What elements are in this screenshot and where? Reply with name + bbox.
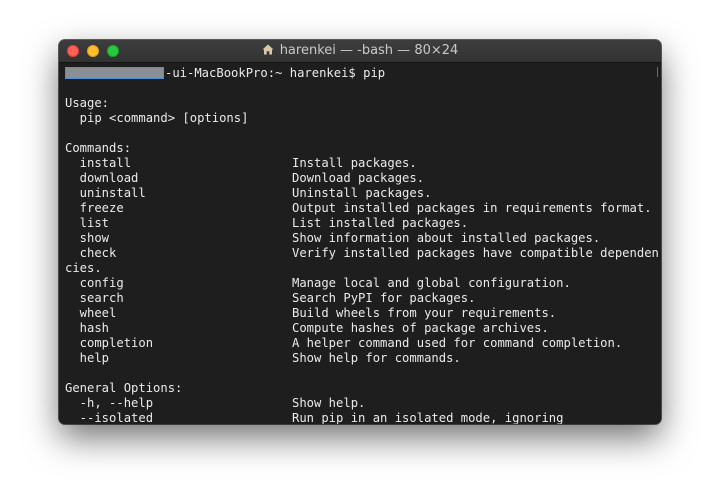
command-desc: List installed packages. bbox=[292, 216, 469, 230]
prompt-line: -ui-MacBookPro:~ harenkei$ pip bbox=[65, 66, 385, 81]
command-name: config bbox=[65, 276, 124, 290]
terminal-output[interactable]: -ui-MacBookPro:~ harenkei$ pip Usage: pi… bbox=[59, 63, 661, 424]
option-row: -h, --help Show help. bbox=[65, 396, 366, 411]
window-title-area: harenkei — -bash — 80×24 bbox=[59, 40, 661, 62]
command-row: uninstall Uninstall packages. bbox=[65, 186, 432, 201]
command-desc: Manage local and global configuration. bbox=[292, 276, 571, 290]
command-desc: Install packages. bbox=[292, 156, 417, 170]
home-folder-icon bbox=[262, 44, 274, 55]
command-row: list List installed packages. bbox=[65, 216, 468, 231]
scroll-indicator bbox=[657, 67, 658, 77]
command-name: show bbox=[65, 231, 110, 245]
command-desc: Uninstall packages. bbox=[292, 186, 432, 200]
command-name: list bbox=[65, 216, 110, 230]
command-row: download Download packages. bbox=[65, 171, 424, 186]
command-row: hash Compute hashes of package archives. bbox=[65, 321, 549, 336]
option-desc: Run pip in an isolated mode, ignoring bbox=[292, 411, 564, 424]
command-row: wheel Build wheels from your requirements… bbox=[65, 306, 556, 321]
command-name: download bbox=[65, 171, 139, 185]
wrapped-line: cies. bbox=[65, 261, 102, 275]
command-name: search bbox=[65, 291, 124, 305]
command-name: help bbox=[65, 351, 110, 365]
option-name: --isolated bbox=[65, 411, 154, 424]
command-desc: Verify installed packages have compatibl… bbox=[292, 246, 659, 260]
command-name: completion bbox=[65, 336, 154, 350]
command-desc: Compute hashes of package archives. bbox=[292, 321, 549, 335]
option-row: --isolated Run pip in an isolated mode, i… bbox=[65, 411, 564, 424]
command-name: hash bbox=[65, 321, 110, 335]
command-name: install bbox=[65, 156, 132, 170]
command-desc: Build wheels from your requirements. bbox=[292, 306, 557, 320]
command-name: freeze bbox=[65, 201, 124, 215]
redacted-hostname bbox=[65, 67, 164, 79]
command-row: config Manage local and global configurat… bbox=[65, 276, 571, 291]
prompt-text: -ui-MacBookPro:~ harenkei$ pip bbox=[165, 66, 386, 80]
command-row: show Show information about installed pac… bbox=[65, 231, 601, 246]
usage-line: pip <command> [options] bbox=[65, 111, 249, 125]
command-row: check Verify installed packages have comp… bbox=[65, 246, 659, 261]
command-desc: Download packages. bbox=[292, 171, 425, 185]
command-row: install Install packages. bbox=[65, 156, 417, 171]
usage-header: Usage: bbox=[65, 96, 110, 110]
command-name: check bbox=[65, 246, 117, 260]
command-row: freeze Output installed packages in requi… bbox=[65, 201, 652, 216]
general-options-header: General Options: bbox=[65, 381, 183, 395]
command-row: completion A helper command used for comm… bbox=[65, 336, 623, 351]
window-title: harenkei — -bash — 80×24 bbox=[279, 43, 459, 58]
command-desc: A helper command used for command comple… bbox=[292, 336, 623, 350]
command-desc: Output installed packages in requirement… bbox=[292, 201, 652, 215]
command-desc: Show information about installed package… bbox=[292, 231, 601, 245]
option-desc: Show help. bbox=[292, 396, 366, 410]
option-name: -h, --help bbox=[65, 396, 154, 410]
command-name: wheel bbox=[65, 306, 117, 320]
command-row: help Show help for commands. bbox=[65, 351, 461, 366]
commands-header: Commands: bbox=[65, 141, 132, 155]
command-desc: Show help for commands. bbox=[292, 351, 461, 365]
command-name: uninstall bbox=[65, 186, 146, 200]
title-bar[interactable]: harenkei — -bash — 80×24 bbox=[59, 40, 661, 63]
command-desc: Search PyPI for packages. bbox=[292, 291, 476, 305]
terminal-window: harenkei — -bash — 80×24 -ui-MacBookPro:… bbox=[59, 40, 661, 424]
command-row: search Search PyPI for packages. bbox=[65, 291, 476, 306]
